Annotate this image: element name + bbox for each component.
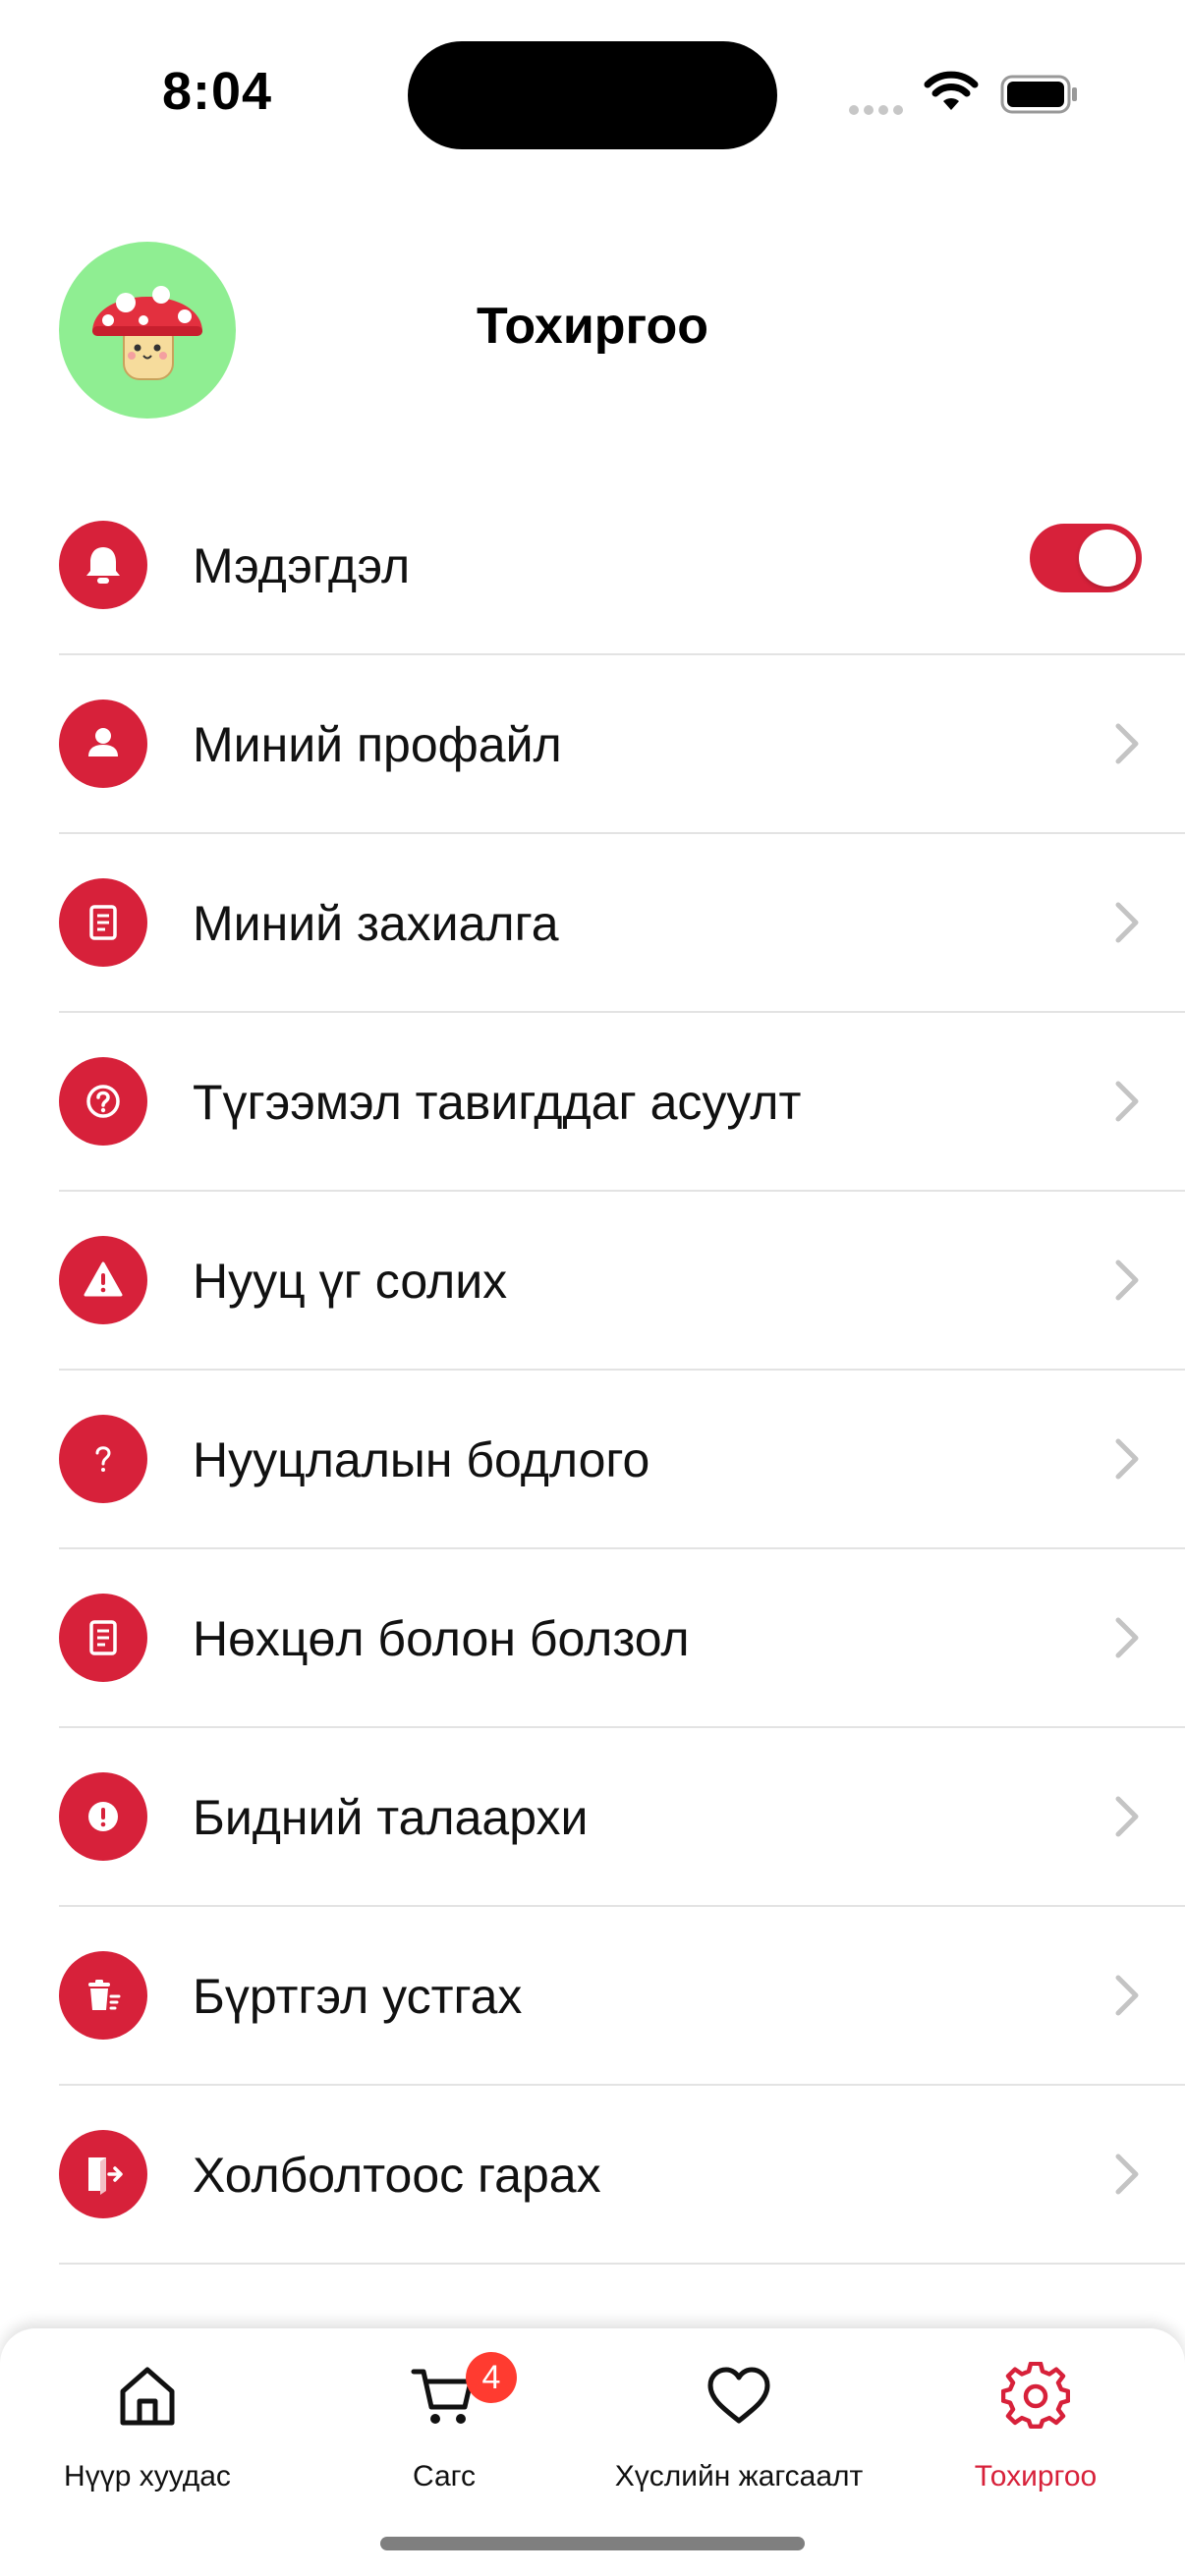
cellular-signal-icon: [849, 102, 908, 120]
settings-item-terms[interactable]: Нөхцөл болон болзол: [59, 1549, 1185, 1728]
battery-icon: [1000, 75, 1077, 114]
status-time: 8:04: [162, 62, 273, 121]
settings-item-change-password[interactable]: Нууц үг солих: [59, 1192, 1185, 1371]
settings-item-privacy-policy[interactable]: Нууцлалын бодлого: [59, 1371, 1185, 1549]
document-icon: [59, 878, 147, 967]
settings-item-label: Миний захиалга: [193, 896, 559, 951]
header: Тохиргоо: [0, 236, 1185, 422]
toggle-knob: [1079, 530, 1136, 587]
status-bar: 8:04: [0, 0, 1185, 187]
user-icon: [59, 700, 147, 788]
settings-item-label: Бүртгэл устгах: [193, 1969, 523, 2024]
tab-home[interactable]: Нүүр хуудас: [0, 2352, 295, 2492]
chevron-right-icon: [1115, 1796, 1139, 1837]
warning-icon: [59, 1236, 147, 1324]
tab-label: Сагс: [413, 2460, 476, 2492]
settings-item-label: Миний профайл: [193, 717, 562, 772]
chevron-right-icon: [1115, 1438, 1139, 1480]
logout-icon: [59, 2130, 147, 2218]
tab-wishlist[interactable]: Хүслийн жагсаалт: [592, 2352, 886, 2492]
bell-icon: [59, 521, 147, 609]
chevron-right-icon: [1115, 1260, 1139, 1301]
exclamation-circle-icon: [59, 1772, 147, 1861]
notifications-toggle[interactable]: [1030, 524, 1142, 592]
settings-item-logout[interactable]: Холболтоос гарах: [59, 2086, 1185, 2265]
chevron-right-icon: [1115, 723, 1139, 764]
settings-item-label: Түгээмэл тавигддаг асуулт: [193, 1075, 802, 1130]
settings-item-delete-account[interactable]: Бүртгэл устгах: [59, 1907, 1185, 2086]
chevron-right-icon: [1115, 1081, 1139, 1122]
settings-item-notifications[interactable]: Мэдэгдэл: [59, 476, 1185, 655]
settings-item-label: Бидний талаархи: [193, 1790, 589, 1845]
wifi-icon: [924, 71, 979, 110]
document-icon: [59, 1594, 147, 1682]
cart-badge: 4: [466, 2352, 517, 2403]
tab-cart[interactable]: 4 Сагс: [297, 2352, 592, 2492]
settings-item-faq[interactable]: Түгээмэл тавигддаг асуулт: [59, 1013, 1185, 1192]
chevron-right-icon: [1115, 2154, 1139, 2195]
settings-list: Мэдэгдэл Миний профайл Миний захиалга Тү…: [59, 476, 1185, 2265]
settings-item-label: Мэдэгдэл: [193, 538, 411, 593]
settings-item-label: Нөхцөл болон болзол: [193, 1611, 690, 1666]
settings-item-label: Нууц үг солих: [193, 1254, 508, 1309]
question-circle-icon: [59, 1057, 147, 1146]
settings-item-orders[interactable]: Миний захиалга: [59, 834, 1185, 1013]
tab-label: Нүүр хуудас: [64, 2460, 231, 2492]
chevron-right-icon: [1115, 1617, 1139, 1658]
tab-label: Тохиргоо: [974, 2460, 1098, 2492]
page-title: Тохиргоо: [476, 298, 709, 355]
settings-item-profile[interactable]: Миний профайл: [59, 655, 1185, 834]
settings-item-label: Холболтоос гарах: [193, 2148, 601, 2203]
tab-label: Хүслийн жагсаалт: [614, 2460, 864, 2492]
question-mark-icon: [59, 1415, 147, 1503]
heart-icon: [707, 2367, 770, 2424]
home-indicator: [380, 2537, 805, 2550]
gear-icon: [1001, 2362, 1070, 2430]
tab-settings[interactable]: Тохиргоо: [888, 2352, 1183, 2492]
dynamic-island: [408, 41, 777, 149]
chevron-right-icon: [1115, 902, 1139, 943]
trash-icon: [59, 1951, 147, 2040]
settings-item-label: Нууцлалын бодлого: [193, 1432, 650, 1487]
home-icon: [120, 2367, 175, 2426]
settings-item-about-us[interactable]: Бидний талаархи: [59, 1728, 1185, 1907]
chevron-right-icon: [1115, 1975, 1139, 2016]
